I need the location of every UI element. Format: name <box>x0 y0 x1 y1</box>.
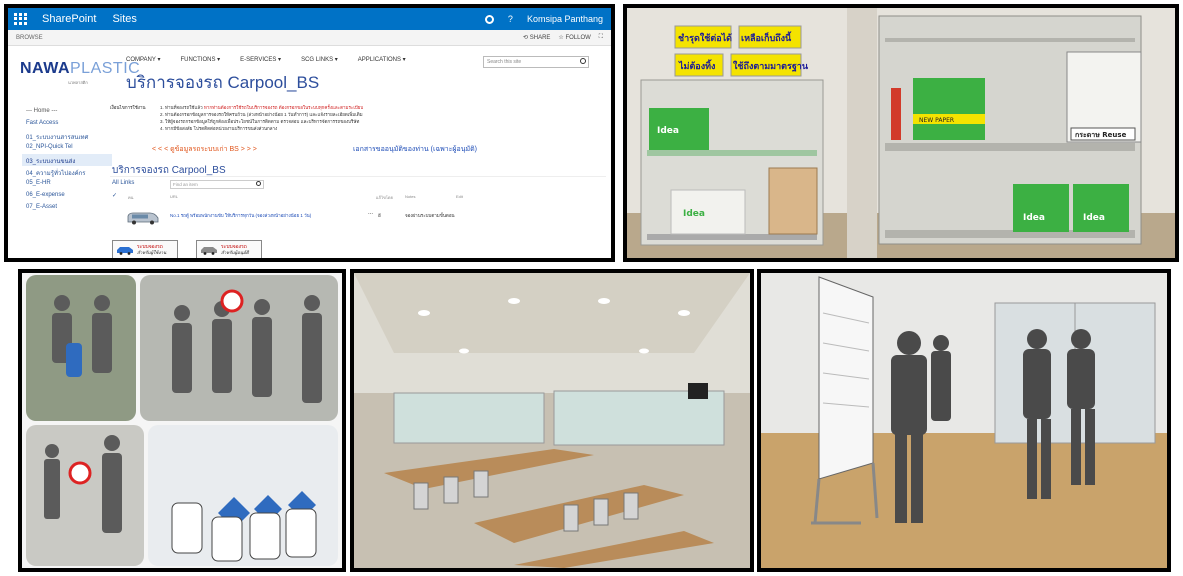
sites-link[interactable]: Sites <box>112 13 136 25</box>
svg-text:ชำรุดใช้ต่อได้: ชำรุดใช้ต่อได้ <box>678 32 732 44</box>
nav-info-systems[interactable]: 01_ระบบงานสารสนเทศ <box>22 130 112 142</box>
modified-by: อี <box>378 213 381 218</box>
search-input[interactable]: Search this site <box>483 56 589 68</box>
reuse-paper-tray: กระดาษ Reuse <box>1066 51 1142 143</box>
select-all-checkbox[interactable]: ✓ <box>112 192 117 199</box>
site-header: NAWAPLASTIC นวพลาสติก COMPANY ▾ FUNCTION… <box>8 46 611 96</box>
column-header-edit[interactable]: Edit <box>456 194 463 199</box>
svg-text:Idea: Idea <box>1083 213 1105 223</box>
search-icon[interactable] <box>256 181 261 186</box>
old-system-link[interactable]: < < < ดูข้อมูลรถระบบเก่า BS > > > <box>152 144 257 155</box>
idea-paper-box: Idea <box>649 108 709 150</box>
carpool-van-link[interactable]: No.1 รถตู้ พร้อมพนักงานขับ ให้บริการทุกว… <box>170 212 311 219</box>
nav-e-services[interactable]: E-SERVICES ▾ <box>240 56 281 63</box>
svg-text:Idea: Idea <box>1023 213 1045 223</box>
user-name[interactable]: Komsipa Panthang <box>527 14 603 24</box>
sharepoint-brand[interactable]: SharePoint <box>42 13 96 25</box>
nav-fast-access[interactable]: Fast Access <box>22 118 112 130</box>
focus-icon[interactable]: ⛶ <box>599 34 603 41</box>
approval-documents-link[interactable]: เอกสารขออนุมัติของท่าน (เฉพาะผู้อนุมัติ) <box>353 144 477 155</box>
nav-applications[interactable]: APPLICATIONS ▾ <box>358 56 406 63</box>
user-booking-button[interactable]: ระบบจองรถ สำหรับผู้ใช้งาน <box>112 240 178 258</box>
logo-subtitle: นวพลาสติก <box>68 80 88 85</box>
sign-keep: เหลือเก็บถึงนี้ <box>738 25 802 49</box>
column-header-url[interactable]: URL <box>170 194 178 199</box>
share-button[interactable]: ⟲ SHARE <box>523 34 550 41</box>
condition-3: 3. ให้ผู้จองรถกรอกข้อมูลให้ถูกต้องเพื่อป… <box>160 119 360 124</box>
search-icon[interactable] <box>580 58 586 64</box>
gear-icon[interactable] <box>484 14 494 24</box>
nav-home[interactable]: --- Home --- <box>22 106 112 118</box>
ribbon: BROWSE ⟲ SHARE ☆ FOLLOW ⛶ <box>8 30 611 46</box>
condition-4: 4. หากมีข้อสงสัย โปรดติดต่อหน่วยงานบริกา… <box>160 126 278 131</box>
car-icon <box>117 246 133 255</box>
item-menu-button[interactable]: ... <box>368 210 373 216</box>
idea-paper-box: Idea <box>670 189 746 235</box>
volunteer-campaign-photo <box>18 269 346 572</box>
nav-scg-links[interactable]: SCG LINKS ▾ <box>301 56 338 63</box>
nav-e-hr[interactable]: 05_E-HR <box>22 178 112 190</box>
sign-standard: ใช้ถึงตามมาตรฐาน <box>730 53 809 77</box>
nav-e-expense[interactable]: 06_E-expense <box>22 190 112 202</box>
nawaplastic-logo[interactable]: NAWAPLASTIC <box>20 60 140 78</box>
links-list: All Links Find an item ✓ คน URL แก้ไขโดย… <box>110 176 606 234</box>
column-header-notes[interactable]: Notes <box>405 194 415 199</box>
shelves-illustration: Idea Idea ชำรุดใช้ต่อได้ เหลือเก็บถึงนี้… <box>627 8 1175 258</box>
column-header-modified[interactable]: แก้ไขโดย <box>376 194 393 201</box>
conditions-label: เงื่อนไขการใช้งาน <box>110 105 146 110</box>
svg-text:NEW PAPER: NEW PAPER <box>919 117 954 124</box>
paper-shelves-photo: Idea Idea ชำรุดใช้ต่อได้ เหลือเก็บถึงนี้… <box>623 4 1179 262</box>
sign-do-not-discard: ไม่ต้องทิ้ง <box>674 53 724 77</box>
nav-knowledge[interactable]: 04_ความรู้ทั่วไปองค์กร <box>22 166 112 178</box>
svg-text:ใช้ถึงตามมาตรฐาน: ใช้ถึงตามมาตรฐาน <box>733 60 809 72</box>
follow-button[interactable]: ☆ FOLLOW <box>558 34 590 41</box>
top-navigation: COMPANY ▾ FUNCTIONS ▾ E-SERVICES ▾ SCG L… <box>126 56 406 63</box>
quick-launch: --- Home --- Fast Access 01_ระบบงานสารสน… <box>22 106 112 214</box>
nav-npi-quick-tel[interactable]: 02_NPI-Quick Tel <box>22 142 112 154</box>
campaign-illustration <box>22 273 342 568</box>
browse-tab[interactable]: BROWSE <box>16 35 43 41</box>
meeting-room-photo <box>350 269 754 572</box>
page-title: บริการจองรถ Carpool_BS <box>126 73 320 92</box>
row-notes: จองผ่านระบบตามขั้นตอน <box>405 213 455 218</box>
help-icon[interactable]: ? <box>508 14 513 24</box>
sign-usable: ชำรุดใช้ต่อได้ <box>674 25 732 49</box>
whiteboard-illustration <box>761 273 1167 568</box>
svg-text:Idea: Idea <box>683 209 705 219</box>
column-header-type[interactable]: คน <box>128 194 133 201</box>
nav-company[interactable]: COMPANY ▾ <box>126 56 160 63</box>
nav-e-asset[interactable]: 07_E-Asset <box>22 202 112 214</box>
sharepoint-screenshot: SharePoint Sites ? Komsipa Panthang BROW… <box>4 4 615 262</box>
svg-text:กระดาษ Reuse: กระดาษ Reuse <box>1075 131 1127 139</box>
whiteboard-discussion-photo <box>757 269 1171 572</box>
idea-paper-box: Idea <box>1013 184 1069 232</box>
nav-functions[interactable]: FUNCTIONS ▾ <box>180 56 220 63</box>
car-icon <box>201 246 217 255</box>
idea-paper-box: Idea <box>1073 184 1129 232</box>
app-launcher-icon[interactable] <box>14 13 28 25</box>
nav-transport[interactable]: 03_ระบบงานขนส่ง <box>22 154 112 166</box>
all-links-view[interactable]: All Links <box>112 180 134 186</box>
condition-2: 2. ท่านต้องกรอกข้อมูลการจองรถให้ครบถ้วน … <box>160 112 363 117</box>
find-item-input[interactable]: Find an item <box>170 180 264 189</box>
svg-text:Idea: Idea <box>657 126 679 136</box>
van-icon <box>127 212 159 225</box>
condition-1: 1. ท่านที่จองรถใช้แล้ว หากท่านต้องการใช้… <box>160 105 364 110</box>
meeting-room-illustration <box>354 273 750 568</box>
approver-booking-button[interactable]: ระบบจองรถ สำหรับผู้อนุมัติ <box>196 240 262 258</box>
suite-bar: SharePoint Sites ? Komsipa Panthang <box>8 8 611 30</box>
